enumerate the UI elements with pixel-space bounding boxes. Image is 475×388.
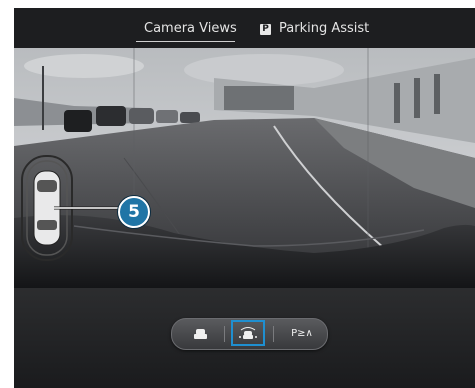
tab-camera-views[interactable]: Camera Views — [144, 21, 237, 36]
tab-parking-assist-label: Parking Assist — [279, 21, 370, 36]
parked-car — [180, 112, 200, 123]
car-rear-view-icon — [194, 329, 207, 339]
parking-p-icon: P — [260, 24, 271, 35]
view-control-panel: P≥∧ — [14, 288, 475, 388]
parked-car — [96, 106, 126, 126]
car-windshield — [37, 180, 57, 192]
cloud — [184, 54, 344, 86]
car-rear-window — [37, 220, 57, 230]
infotainment-screen: Camera Views P Parking Assist 5 P≥∧ — [14, 8, 475, 388]
building-window — [394, 83, 400, 123]
rear-view-button[interactable] — [182, 323, 218, 345]
light-pole — [42, 66, 44, 130]
button-divider — [224, 326, 225, 342]
building-window — [434, 74, 440, 114]
tab-parking-assist[interactable]: P Parking Assist — [260, 21, 369, 36]
building-facade — [224, 86, 294, 110]
parked-car — [129, 108, 154, 124]
building-window — [414, 78, 420, 118]
park-pilot-button[interactable]: P≥∧ — [284, 323, 320, 345]
callout-number-badge: 5 — [118, 196, 150, 228]
car-topdown-sensor-icon — [239, 327, 257, 339]
camera-image — [14, 48, 475, 288]
active-tab-underline — [136, 41, 235, 42]
parked-car — [156, 110, 178, 123]
view-selector-pill: P≥∧ — [171, 318, 328, 350]
parked-car — [64, 110, 92, 132]
topdown-view-button[interactable] — [231, 320, 265, 346]
button-divider — [273, 326, 274, 342]
top-tab-bar: Camera Views P Parking Assist — [14, 8, 475, 48]
park-pilot-icon: P≥∧ — [291, 328, 313, 339]
